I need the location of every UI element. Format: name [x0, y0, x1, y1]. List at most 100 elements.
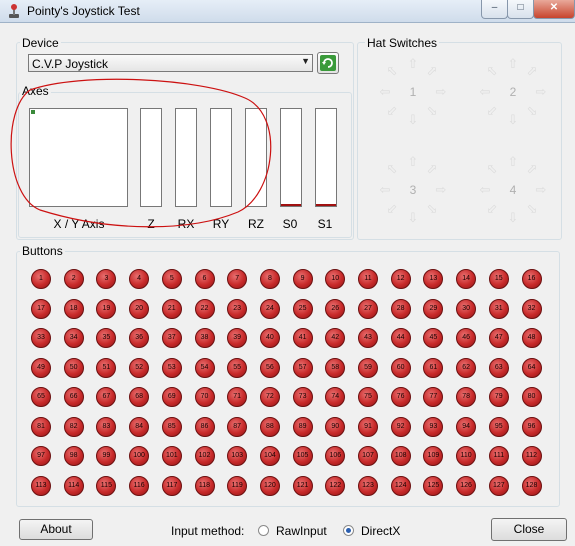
up-arrow-icon: ⇧: [407, 154, 419, 169]
joystick-button-125: 125: [423, 475, 444, 496]
axis-bar-s0: [280, 108, 302, 207]
up-right-arrow-icon: ⬀: [526, 161, 538, 176]
up-arrow-icon: ⇧: [507, 154, 519, 169]
down-arrow-icon: ⇩: [507, 210, 519, 225]
maximize-button[interactable]: □: [507, 0, 534, 19]
buttons-group: [16, 251, 560, 507]
joystick-button-85: 85: [161, 416, 182, 437]
joystick-button-27: 27: [358, 298, 378, 319]
axis-label-rx: RX: [177, 217, 195, 231]
close-window-button[interactable]: ✕: [533, 0, 575, 19]
joystick-button-95: 95: [488, 416, 509, 437]
axis-bar-s1: [315, 108, 337, 207]
joystick-button-37: 37: [161, 328, 182, 348]
joystick-button-58: 58: [325, 357, 346, 378]
right-arrow-icon: ⇨: [535, 182, 547, 197]
joystick-button-50: 50: [63, 357, 84, 378]
joystick-button-59: 59: [358, 357, 378, 378]
joystick-button-93: 93: [423, 416, 444, 437]
joystick-button-104: 104: [259, 446, 280, 466]
joystick-button-23: 23: [227, 298, 248, 319]
main-window: Pointy's Joystick Test – □ ✕ Device C.V.…: [0, 0, 575, 546]
up-left-arrow-icon: ⬁: [386, 63, 398, 78]
title-bar[interactable]: Pointy's Joystick Test – □ ✕: [0, 0, 575, 23]
joystick-button-21: 21: [161, 298, 182, 319]
joystick-button-41: 41: [292, 328, 313, 348]
joystick-button-73: 73: [292, 387, 313, 407]
joystick-button-17: 17: [31, 298, 51, 319]
down-right-arrow-icon: ⬂: [426, 103, 438, 118]
refresh-button[interactable]: [317, 52, 339, 74]
joystick-button-121: 121: [292, 475, 313, 496]
joystick-button-48: 48: [521, 328, 542, 348]
joystick-button-84: 84: [129, 416, 150, 437]
left-arrow-icon: ⇦: [379, 182, 391, 197]
axis-fill-s0: [281, 204, 301, 206]
joystick-button-11: 11: [358, 269, 378, 289]
joystick-button-69: 69: [161, 387, 182, 407]
axis-fill-s1: [316, 204, 336, 206]
axis-bar-z: [140, 108, 162, 207]
joystick-button-92: 92: [390, 416, 411, 437]
xy-position-marker: [31, 110, 35, 114]
joystick-button-61: 61: [423, 357, 444, 378]
joystick-button-32: 32: [521, 298, 542, 319]
joystick-button-15: 15: [488, 269, 509, 289]
rawinput-radio-label[interactable]: RawInput: [276, 524, 327, 538]
joystick-button-123: 123: [358, 475, 378, 496]
right-arrow-icon: ⇨: [435, 182, 447, 197]
axis-label-z: Z: [147, 217, 155, 231]
joystick-button-20: 20: [129, 298, 150, 319]
joystick-button-97: 97: [31, 446, 51, 466]
down-left-arrow-icon: ⬃: [386, 103, 398, 118]
joystick-button-24: 24: [259, 298, 280, 319]
joystick-button-118: 118: [194, 475, 215, 496]
axis-bar-rx: [175, 108, 197, 207]
joystick-button-18: 18: [63, 298, 84, 319]
device-select-value: C.V.P Joystick: [32, 57, 109, 71]
joystick-button-40: 40: [259, 328, 280, 348]
joystick-button-114: 114: [63, 475, 84, 496]
about-button[interactable]: About: [19, 519, 93, 540]
joystick-button-38: 38: [194, 328, 215, 348]
joystick-button-49: 49: [31, 357, 51, 378]
up-arrow-icon: ⇧: [507, 56, 519, 71]
joystick-button-86: 86: [194, 416, 215, 437]
chevron-down-icon[interactable]: ▼: [301, 56, 310, 66]
close-button[interactable]: Close: [491, 518, 567, 541]
joystick-button-79: 79: [488, 387, 509, 407]
joystick-button-1: 1: [31, 269, 51, 289]
joystick-button-102: 102: [194, 446, 215, 466]
joystick-button-62: 62: [456, 357, 477, 378]
down-left-arrow-icon: ⬃: [486, 103, 498, 118]
joystick-button-105: 105: [292, 446, 313, 466]
joystick-button-96: 96: [521, 416, 542, 437]
joystick-button-34: 34: [63, 328, 84, 348]
directx-radio-label[interactable]: DirectX: [361, 524, 400, 538]
joystick-button-25: 25: [292, 298, 313, 319]
joystick-button-47: 47: [488, 328, 509, 348]
minimize-button[interactable]: –: [481, 0, 508, 19]
directx-radio[interactable]: [343, 525, 354, 536]
joystick-button-2: 2: [63, 269, 84, 289]
up-left-arrow-icon: ⬁: [486, 63, 498, 78]
joystick-button-126: 126: [456, 475, 477, 496]
joystick-button-111: 111: [488, 446, 509, 466]
joystick-button-87: 87: [227, 416, 248, 437]
rawinput-radio[interactable]: [258, 525, 269, 536]
joystick-button-88: 88: [259, 416, 280, 437]
joystick-button-12: 12: [390, 269, 411, 289]
joystick-button-44: 44: [390, 328, 411, 348]
joystick-button-115: 115: [96, 475, 117, 496]
joystick-button-8: 8: [259, 269, 280, 289]
hat-switch-1: ⇧ ⬀ ⇨ ⬂ ⇩ ⬃ ⇦ ⬁ 1: [378, 57, 448, 127]
down-right-arrow-icon: ⬂: [526, 201, 538, 216]
device-select[interactable]: C.V.P Joystick ▼: [28, 54, 313, 72]
joystick-button-26: 26: [325, 298, 346, 319]
joystick-button-46: 46: [456, 328, 477, 348]
hat-switch-number: 2: [509, 85, 517, 99]
buttons-group-label: Buttons: [20, 244, 65, 258]
hat-switch-number: 1: [409, 85, 417, 99]
xy-axis-pad: [29, 108, 128, 207]
joystick-button-90: 90: [325, 416, 346, 437]
